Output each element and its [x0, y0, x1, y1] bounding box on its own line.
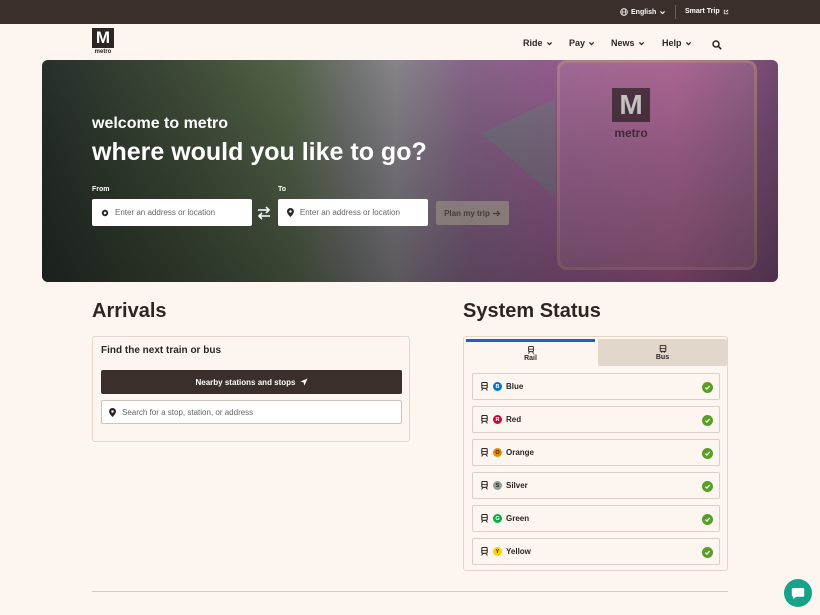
rail-line-red[interactable]: R Red [472, 406, 720, 433]
chevron-down-icon [638, 41, 644, 45]
nav-ride[interactable]: Ride [523, 38, 553, 48]
smart-trip-label: Smart Trip [685, 8, 720, 15]
arrivals-card-title: Find the next train or bus [101, 345, 222, 356]
site-search-button[interactable] [712, 37, 722, 55]
status-ok-icon [702, 415, 713, 426]
rail-line-silver[interactable]: S Silver [472, 472, 720, 499]
search-icon [712, 40, 722, 50]
rail-line-orange[interactable]: O Orange [472, 439, 720, 466]
stop-search-field[interactable] [101, 400, 402, 424]
tab-rail-label: Rail [524, 355, 537, 362]
nav-pay-label: Pay [569, 38, 586, 48]
arrow-right-icon [492, 210, 501, 216]
status-ok-icon [702, 382, 713, 393]
nearby-stations-button[interactable]: Nearby stations and stops [101, 370, 402, 394]
swap-button[interactable] [256, 206, 272, 225]
rail-line-yellow[interactable]: Y Yellow [472, 538, 720, 565]
train-icon [481, 547, 488, 556]
hero-trip-planner: M metro welcome to metro where would you… [42, 60, 778, 282]
arrivals-heading: Arrivals [92, 300, 167, 322]
bus-icon [659, 344, 666, 353]
logo-mark: M [92, 28, 114, 48]
location-arrow-icon [299, 378, 308, 386]
tab-rail[interactable]: Rail [466, 339, 595, 366]
chevron-down-icon [685, 41, 691, 45]
swap-arrows-icon [257, 206, 271, 220]
nav-ride-label: Ride [523, 38, 543, 48]
nav-news[interactable]: News [611, 38, 645, 48]
train-icon [481, 382, 488, 391]
rail-line-green[interactable]: G Green [472, 505, 720, 532]
footer-divider [92, 591, 728, 592]
to-input[interactable] [299, 208, 428, 217]
line-badge-green: G [493, 514, 502, 523]
external-link-icon [723, 9, 728, 14]
status-ok-icon [702, 547, 713, 558]
system-status-heading: System Status [463, 300, 601, 322]
chevron-down-icon [546, 41, 552, 45]
line-badge-silver: S [493, 481, 502, 490]
metro-logo[interactable]: M metro [92, 28, 114, 55]
hero-overlay [42, 60, 778, 282]
status-ok-icon [702, 448, 713, 459]
line-badge-orange: O [493, 448, 502, 457]
to-field[interactable] [278, 199, 428, 226]
plan-trip-label: Plan my trip [444, 208, 490, 218]
origin-dot-icon [101, 209, 109, 216]
language-label: English [631, 8, 657, 16]
line-badge-blue: B [493, 382, 502, 391]
train-icon [481, 514, 488, 523]
tab-bus[interactable]: Bus [598, 339, 727, 366]
chevron-down-icon [588, 41, 595, 45]
line-name-orange: Orange [506, 448, 535, 457]
logo-word: metro [94, 49, 112, 55]
hero-subtitle: welcome to metro [92, 115, 229, 132]
main-nav: M metro Ride Pay News Help [0, 24, 820, 60]
smart-trip-link[interactable]: Smart Trip [685, 8, 729, 15]
chat-button[interactable] [784, 579, 812, 607]
plan-trip-button[interactable]: Plan my trip [436, 201, 509, 225]
train-icon [481, 481, 488, 490]
line-name-red: Red [506, 415, 522, 424]
rail-line-blue[interactable]: B Blue [472, 373, 720, 400]
tab-bus-label: Bus [655, 353, 670, 361]
nav-help-label: Help [662, 38, 682, 48]
top-utility-bar: English Smart Trip [0, 0, 820, 24]
language-selector[interactable]: English [620, 8, 666, 16]
nav-news-label: News [611, 38, 635, 48]
from-input[interactable] [115, 208, 245, 217]
status-ok-icon [702, 514, 713, 525]
chevron-down-icon [660, 10, 666, 14]
map-pin-icon [109, 407, 116, 417]
line-name-green: Green [506, 514, 530, 523]
chat-bubble-icon [791, 587, 805, 599]
arrivals-card: Find the next train or bus Nearby statio… [92, 336, 410, 442]
line-name-silver: Silver [506, 481, 528, 490]
line-badge-red: R [493, 415, 502, 424]
line-name-blue: Blue [506, 382, 524, 391]
to-label: To [278, 186, 287, 193]
train-icon [527, 346, 534, 354]
map-pin-icon [287, 208, 294, 217]
status-ok-icon [702, 481, 713, 492]
stop-search-input[interactable] [122, 407, 392, 417]
system-status-card: Rail Bus B Blue R Red O Orange S Silver … [463, 336, 728, 571]
line-badge-yellow: Y [493, 547, 502, 556]
train-icon [481, 415, 488, 424]
line-name-yellow: Yellow [506, 547, 531, 556]
nav-help[interactable]: Help [662, 38, 692, 48]
hero-title: where would you like to go? [92, 138, 427, 166]
nearby-stations-label: Nearby stations and stops [195, 377, 296, 387]
globe-icon [620, 8, 628, 16]
train-icon [481, 448, 488, 457]
nav-pay[interactable]: Pay [569, 38, 595, 48]
from-field[interactable] [92, 199, 252, 226]
topbar-divider [675, 5, 676, 19]
from-label: From [92, 186, 110, 193]
